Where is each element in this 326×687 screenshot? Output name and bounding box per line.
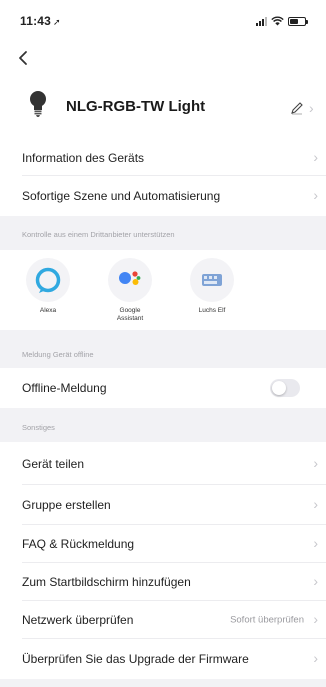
chevron-right-icon: › bbox=[313, 496, 318, 513]
menu-item-check-network[interactable]: Netzwerk überprüfen Sofort überprüfen › bbox=[0, 601, 326, 639]
chevron-right-icon: › bbox=[313, 187, 318, 204]
menu-item-label: Gruppe erstellen bbox=[22, 498, 111, 512]
alexa-icon bbox=[26, 258, 70, 302]
chevron-right-icon: › bbox=[313, 650, 318, 667]
section-others-title: Sonstiges bbox=[22, 423, 55, 432]
chevron-right-icon: › bbox=[313, 149, 318, 166]
third-party-label: Alexa bbox=[39, 307, 57, 314]
menu-item-device-info[interactable]: Information des Geräts › bbox=[0, 140, 326, 176]
offline-notification-toggle[interactable] bbox=[270, 379, 300, 397]
menu-item-label: Sofortige Szene und Automatisierung bbox=[22, 189, 221, 203]
third-party-luchs-elf[interactable]: Luchs Elf bbox=[184, 258, 240, 315]
third-party-panel: Alexa Google Assistant Luchs Elf bbox=[0, 250, 326, 330]
battery-icon bbox=[288, 17, 308, 26]
status-icons bbox=[256, 14, 308, 26]
back-chevron-icon[interactable] bbox=[14, 48, 34, 68]
chevron-right-icon: › bbox=[313, 611, 318, 628]
header-chevron-right-icon[interactable]: › bbox=[309, 100, 314, 116]
menu-item-label: Überprüfen Sie das Upgrade der Firmware bbox=[22, 652, 249, 666]
menu-item-label: FAQ & Rückmeldung bbox=[22, 537, 135, 551]
third-party-label: Luchs Elf bbox=[198, 307, 226, 314]
status-time: 11:43 ➚ bbox=[20, 14, 61, 28]
third-party-alexa[interactable]: Alexa bbox=[20, 258, 76, 315]
offline-notification-row: Offline-Meldung bbox=[0, 368, 326, 408]
menu-item-label: Netzwerk überprüfen bbox=[22, 613, 134, 627]
menu-item-share-device[interactable]: Gerät teilen › bbox=[0, 442, 326, 485]
offline-notification-label: Offline-Meldung bbox=[22, 381, 107, 395]
menu-item-add-to-homescreen[interactable]: Zum Startbildschirm hinzufügen › bbox=[0, 563, 326, 601]
chevron-right-icon: › bbox=[313, 573, 318, 590]
luchs-elf-icon bbox=[190, 258, 234, 302]
chevron-right-icon: › bbox=[313, 454, 318, 471]
menu-item-faq-feedback[interactable]: FAQ & Rückmeldung › bbox=[0, 525, 326, 563]
google-assistant-icon bbox=[108, 258, 152, 302]
location-icon: ➚ bbox=[53, 17, 61, 27]
menu-item-create-group[interactable]: Gruppe erstellen › bbox=[0, 485, 326, 525]
chevron-right-icon: › bbox=[313, 535, 318, 552]
third-party-google-assistant[interactable]: Google Assistant bbox=[102, 258, 158, 323]
menu-item-scene-automation[interactable]: Sofortige Szene und Automatisierung › bbox=[0, 176, 326, 216]
status-bar: 11:43 ➚ bbox=[0, 0, 326, 40]
check-network-value: Sofort überprüfen bbox=[230, 614, 304, 626]
device-name: NLG-RGB-TW Light bbox=[66, 98, 206, 115]
light-bulb-icon bbox=[30, 91, 46, 117]
toggle-knob bbox=[272, 381, 286, 395]
section-third-party-title: Kontrolle aus einem Drittanbieter unters… bbox=[22, 230, 175, 239]
menu-item-label: Gerät teilen bbox=[22, 456, 85, 471]
edit-pencil-icon[interactable] bbox=[290, 101, 304, 115]
device-header bbox=[0, 40, 326, 140]
menu-item-label: Zum Startbildschirm hinzufügen bbox=[22, 575, 191, 589]
section-offline-title: Meldung Gerät offline bbox=[22, 350, 94, 359]
status-time-text: 11:43 bbox=[20, 14, 52, 28]
third-party-label: Google Assistant bbox=[116, 307, 144, 322]
menu-item-label: Information des Geräts bbox=[22, 151, 145, 165]
cellular-signal-icon bbox=[256, 16, 267, 26]
wifi-icon bbox=[271, 16, 284, 26]
menu-item-firmware-upgrade[interactable]: Überprüfen Sie das Upgrade der Firmware … bbox=[0, 639, 326, 679]
